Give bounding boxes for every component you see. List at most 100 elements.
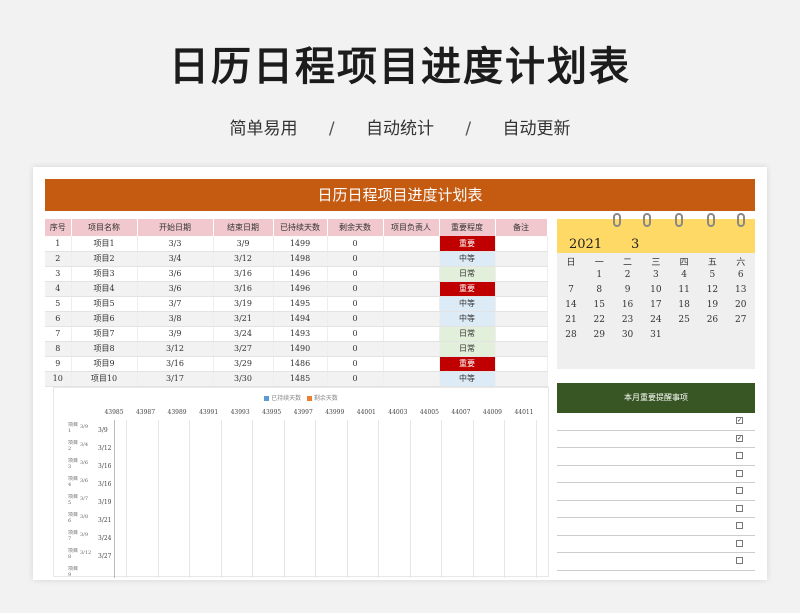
cell-end[interactable]: 3/16: [213, 281, 274, 297]
reminder-checkbox[interactable]: [736, 469, 743, 477]
calendar-day[interactable]: 7: [557, 285, 585, 295]
calendar-day[interactable]: 24: [642, 315, 670, 325]
reminder-item[interactable]: ✓: [557, 413, 755, 431]
reminder-item[interactable]: ✓: [557, 431, 755, 448]
cell-owner[interactable]: [383, 371, 440, 387]
reminder-item[interactable]: [557, 501, 755, 518]
calendar-day[interactable]: 12: [698, 285, 726, 295]
cell-start[interactable]: 3/16: [137, 356, 214, 372]
cell-note[interactable]: [495, 371, 548, 387]
cell-owner[interactable]: [383, 341, 440, 357]
calendar-day[interactable]: 18: [670, 300, 698, 310]
calendar-day[interactable]: 20: [727, 300, 755, 310]
table-row[interactable]: 6 项目6 3/8 3/21 1494 0 中等: [45, 311, 548, 327]
reminder-checkbox[interactable]: [736, 539, 743, 547]
calendar-day[interactable]: 23: [614, 315, 642, 325]
cell-note[interactable]: [495, 341, 548, 357]
cell-owner[interactable]: [383, 326, 440, 342]
cell-note[interactable]: [495, 251, 548, 267]
cell-end[interactable]: 3/29: [213, 356, 274, 372]
calendar-month[interactable]: 3: [631, 237, 639, 252]
calendar-day[interactable]: 17: [642, 300, 670, 310]
cell-start[interactable]: 3/9: [137, 326, 214, 342]
calendar-day[interactable]: 9: [614, 285, 642, 295]
calendar-day[interactable]: 13: [727, 285, 755, 295]
cell-level[interactable]: 中等: [439, 371, 496, 387]
calendar-day[interactable]: 1: [585, 270, 613, 280]
cell-elapsed[interactable]: 1496: [273, 281, 328, 297]
cell-elapsed[interactable]: 1485: [273, 371, 328, 387]
cell-start[interactable]: 3/17: [137, 371, 214, 387]
cell-start[interactable]: 3/12: [137, 341, 214, 357]
table-row[interactable]: 2 项目2 3/4 3/12 1498 0 中等: [45, 251, 548, 267]
calendar-day[interactable]: 4: [670, 270, 698, 280]
cell-end[interactable]: 3/19: [213, 296, 274, 312]
cell-no[interactable]: 7: [45, 326, 72, 342]
cell-note[interactable]: [495, 356, 548, 372]
cell-start[interactable]: 3/6: [137, 266, 214, 282]
cell-note[interactable]: [495, 281, 548, 297]
reminder-checkbox[interactable]: ✓: [736, 417, 743, 424]
cell-end[interactable]: 3/27: [213, 341, 274, 357]
cell-remain[interactable]: 0: [327, 371, 384, 387]
cell-owner[interactable]: [383, 311, 440, 327]
cell-elapsed[interactable]: 1498: [273, 251, 328, 267]
calendar-day[interactable]: 16: [614, 300, 642, 310]
cell-level[interactable]: 日常: [439, 341, 496, 357]
cell-elapsed[interactable]: 1494: [273, 311, 328, 327]
cell-start[interactable]: 3/3: [137, 236, 214, 252]
cell-no[interactable]: 1: [45, 236, 72, 252]
calendar-day[interactable]: 11: [670, 285, 698, 295]
calendar-day[interactable]: 14: [557, 300, 585, 310]
cell-no[interactable]: 9: [45, 356, 72, 372]
cell-remain[interactable]: 0: [327, 281, 384, 297]
table-row[interactable]: 7 项目7 3/9 3/24 1493 0 日常: [45, 326, 548, 342]
cell-level[interactable]: 中等: [439, 311, 496, 327]
cell-no[interactable]: 8: [45, 341, 72, 357]
cell-no[interactable]: 2: [45, 251, 72, 267]
cell-owner[interactable]: [383, 356, 440, 372]
reminder-checkbox[interactable]: [736, 504, 743, 512]
calendar-day[interactable]: 3: [642, 270, 670, 280]
cell-owner[interactable]: [383, 236, 440, 252]
cell-start[interactable]: 3/6: [137, 281, 214, 297]
cell-level[interactable]: 中等: [439, 251, 496, 267]
table-row[interactable]: 1 项目1 3/3 3/9 1499 0 重要: [45, 236, 548, 252]
reminder-item[interactable]: [557, 518, 755, 536]
cell-level[interactable]: 日常: [439, 266, 496, 282]
cell-no[interactable]: 5: [45, 296, 72, 312]
reminder-item[interactable]: [557, 483, 755, 501]
cell-name[interactable]: 项目9: [71, 356, 138, 372]
cell-name[interactable]: 项目8: [71, 341, 138, 357]
reminder-checkbox[interactable]: [736, 522, 743, 529]
cell-start[interactable]: 3/7: [137, 296, 214, 312]
calendar-day[interactable]: 19: [698, 300, 726, 310]
cell-elapsed[interactable]: 1490: [273, 341, 328, 357]
cell-no[interactable]: 10: [45, 371, 72, 387]
cell-note[interactable]: [495, 266, 548, 282]
calendar-day[interactable]: 31: [642, 330, 670, 340]
cell-remain[interactable]: 0: [327, 311, 384, 327]
cell-remain[interactable]: 0: [327, 251, 384, 267]
reminder-checkbox[interactable]: ✓: [736, 434, 743, 442]
cell-note[interactable]: [495, 326, 548, 342]
cell-name[interactable]: 项目10: [71, 371, 138, 387]
calendar-day[interactable]: 27: [727, 315, 755, 325]
calendar-day[interactable]: 15: [585, 300, 613, 310]
cell-end[interactable]: 3/9: [213, 236, 274, 252]
cell-no[interactable]: 6: [45, 311, 72, 327]
cell-level[interactable]: 日常: [439, 326, 496, 342]
cell-name[interactable]: 项目5: [71, 296, 138, 312]
cell-name[interactable]: 项目4: [71, 281, 138, 297]
table-row[interactable]: 8 项目8 3/12 3/27 1490 0 日常: [45, 341, 548, 357]
cell-remain[interactable]: 0: [327, 236, 384, 252]
calendar-day[interactable]: 5: [698, 270, 726, 280]
cell-end[interactable]: 3/30: [213, 371, 274, 387]
calendar-day[interactable]: 8: [585, 285, 613, 295]
cell-note[interactable]: [495, 311, 548, 327]
cell-start[interactable]: 3/4: [137, 251, 214, 267]
cell-remain[interactable]: 0: [327, 356, 384, 372]
table-row[interactable]: 10 项目10 3/17 3/30 1485 0 中等: [45, 371, 548, 387]
calendar-day[interactable]: 26: [698, 315, 726, 325]
calendar-year[interactable]: 2021: [569, 237, 602, 252]
